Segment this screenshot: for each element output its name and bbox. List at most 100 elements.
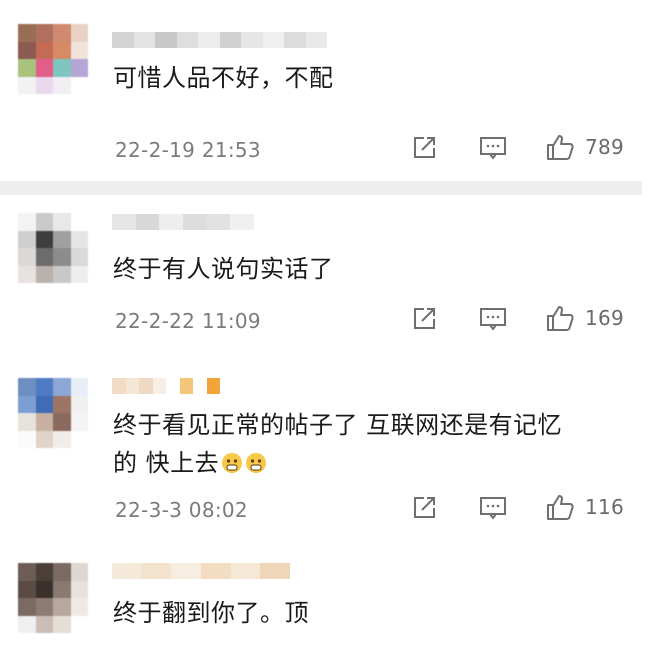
username-pixel [193, 378, 207, 394]
like-button[interactable]: 169 [545, 303, 624, 333]
username-pixel [230, 214, 255, 230]
avatar-pixel [53, 213, 71, 231]
avatar-pixel [70, 213, 88, 231]
avatar-pixel [18, 248, 36, 266]
username-blurred[interactable] [112, 378, 220, 394]
avatar-pixel [18, 615, 36, 633]
username-pixel [166, 378, 180, 394]
avatar-pixel [35, 395, 53, 413]
avatar-pixel [18, 395, 36, 413]
avatar-pixel [70, 563, 88, 581]
reply-button[interactable] [478, 494, 508, 522]
avatar-pixel [18, 230, 36, 248]
avatar-pixel [35, 230, 53, 248]
share-icon [414, 308, 435, 329]
avatar-pixel [53, 230, 71, 248]
avatar-pixel [35, 248, 53, 266]
avatar-pixel [18, 413, 36, 431]
username-pixel [260, 563, 291, 579]
avatar-pixel [70, 59, 88, 77]
avatar-pixel [53, 615, 71, 633]
username-pixel [206, 214, 231, 230]
like-count: 169 [585, 306, 625, 330]
avatar-pixel [53, 563, 71, 581]
avatar-pixel [53, 598, 71, 616]
reply-button[interactable] [478, 305, 508, 333]
comment-timestamp: 22-3-3 08:02 [115, 498, 248, 522]
comment-timestamp: 22-2-19 21:53 [115, 138, 261, 162]
reply-button[interactable] [478, 134, 508, 162]
avatar[interactable] [18, 213, 88, 283]
avatar-pixel [53, 265, 71, 283]
avatar-pixel [70, 265, 88, 283]
like-count: 116 [585, 495, 625, 519]
username-pixel [152, 378, 166, 394]
avatar-pixel [35, 41, 53, 59]
username-pixel [230, 563, 261, 579]
username-pixel [141, 563, 172, 579]
avatar-pixel [35, 580, 53, 598]
avatar-pixel [18, 598, 36, 616]
comment-text: 终于翻到你了。顶 [113, 599, 309, 627]
username-pixel [198, 32, 220, 48]
username-pixel [183, 214, 207, 230]
comment-text: 可惜人品不好，不配 [113, 64, 334, 92]
avatar-pixel [35, 413, 53, 431]
avatar-pixel [35, 430, 53, 448]
avatar[interactable] [18, 563, 88, 633]
avatar-pixel [18, 378, 36, 396]
avatar-pixel [18, 24, 36, 42]
avatar-pixel [18, 213, 36, 231]
avatar-pixel [53, 248, 71, 266]
avatar-pixel [18, 430, 36, 448]
username-pixel [133, 32, 155, 48]
username-pixel [112, 378, 126, 394]
avatar-pixel [35, 563, 53, 581]
avatar-pixel [18, 59, 36, 77]
avatar-pixel [53, 413, 71, 431]
username-pixel [171, 563, 202, 579]
comment-text: 终于有人说句实话了 [113, 255, 334, 283]
avatar-pixel [53, 59, 71, 77]
avatar-pixel [35, 59, 53, 77]
avatar-pixel [70, 378, 88, 396]
avatar-pixel [18, 563, 36, 581]
avatar-pixel [53, 580, 71, 598]
avatar[interactable] [18, 378, 88, 448]
avatar-pixel [35, 598, 53, 616]
avatar-pixel [35, 76, 53, 94]
share-button[interactable] [410, 305, 438, 333]
username-pixel [139, 378, 153, 394]
section-divider [0, 181, 642, 195]
avatar-pixel [70, 230, 88, 248]
username-pixel [179, 378, 193, 394]
avatar-pixel [70, 76, 88, 94]
avatar-pixel [70, 24, 88, 42]
avatar-pixel [70, 248, 88, 266]
avatar-pixel [70, 395, 88, 413]
comment-text-line: 的 快上去 [113, 444, 562, 482]
like-button[interactable]: 789 [545, 132, 624, 162]
avatar-pixel [18, 265, 36, 283]
avatar-pixel [53, 395, 71, 413]
username-pixel [112, 32, 134, 48]
avatar-pixel [35, 378, 53, 396]
username-blurred[interactable] [112, 214, 255, 230]
avatar[interactable] [18, 24, 88, 94]
share-button[interactable] [410, 134, 438, 162]
username-pixel [305, 32, 327, 48]
username-pixel [206, 378, 220, 394]
share-button[interactable] [410, 494, 438, 522]
username-pixel [155, 32, 177, 48]
thumbs-up-icon [547, 306, 574, 331]
avatar-pixel [70, 41, 88, 59]
like-button[interactable]: 116 [545, 492, 624, 522]
comment-icon [480, 137, 506, 160]
avatar-pixel [70, 413, 88, 431]
username-blurred[interactable] [112, 563, 291, 579]
avatar-pixel [18, 580, 36, 598]
avatar-pixel [53, 378, 71, 396]
avatar-pixel [70, 580, 88, 598]
avatar-pixel [53, 41, 71, 59]
username-blurred[interactable] [112, 32, 327, 48]
